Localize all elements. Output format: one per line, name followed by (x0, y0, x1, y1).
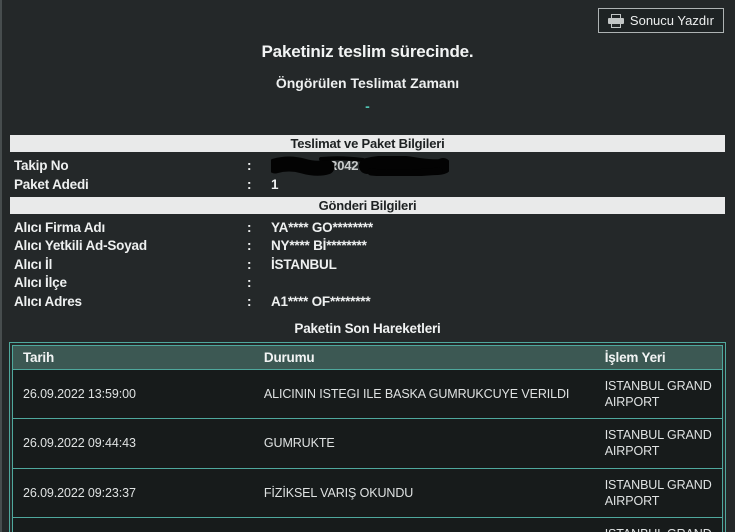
section-header-shipment: Gönderi Bilgileri (10, 197, 725, 214)
movements-title: Paketin Son Hareketleri (0, 321, 735, 336)
movement-row: 26.09.2022 09:44:43 GUMRUKTE ISTANBUL GR… (13, 419, 723, 469)
recipient-district-label: Alıcı İlçe (0, 275, 247, 290)
package-count-value: 1 (271, 177, 278, 192)
recipient-address-row: Alıcı Adres : A1**** OF******** (0, 292, 735, 311)
recipient-city-label: Alıcı İl (0, 257, 247, 272)
package-count-row: Paket Adedi : 1 (0, 175, 735, 194)
column-header-location: İşlem Yeri (595, 345, 723, 369)
column-header-status: Durumu (254, 345, 595, 369)
colon: : (247, 257, 261, 272)
movement-row: 26.09.2022 13:59:00 ALICININ ISTEGI ILE … (13, 369, 723, 419)
movement-date: 26.09.2022 13:59:00 (13, 369, 254, 419)
movement-status: ALICININ ISTEGI ILE BASKA GUMRUKCUYE VER… (254, 369, 595, 419)
column-header-date: Tarih (13, 345, 254, 369)
redacted-tracking-number: 3R042 (271, 156, 449, 176)
printer-icon (608, 14, 624, 28)
movement-location: ISTANBUL GRAND AIRPORT (595, 468, 723, 518)
section-header-delivery: Teslimat ve Paket Bilgileri (10, 135, 725, 152)
recipient-contact-value: NY**** Bİ******** (271, 238, 367, 253)
shipment-info: Alıcı Firma Adı : YA**** GO******** Alıc… (0, 218, 735, 311)
tracking-number-row: Takip No : 3R042 (0, 156, 735, 175)
recipient-address-value: A1**** OF******** (271, 294, 370, 309)
tracking-page: Sonucu Yazdır Paketiniz teslim sürecinde… (0, 0, 735, 532)
recipient-city-row: Alıcı İl : İSTANBUL (0, 255, 735, 274)
movement-location: ISTANBUL GRAND AIRPORT (595, 518, 723, 532)
tracking-number-value: 3R042 (271, 156, 449, 176)
colon: : (247, 238, 261, 253)
movements-table: Tarih Durumu İşlem Yeri 26.09.2022 13:59… (9, 342, 726, 532)
print-result-label: Sonucu Yazdır (630, 13, 714, 28)
recipient-contact-row: Alıcı Yetkili Ad-Soyad : NY**** Bİ******… (0, 237, 735, 256)
recipient-address-label: Alıcı Adres (0, 294, 247, 309)
colon: : (247, 275, 261, 290)
movement-status: BİLGİSİ GELDİ (254, 518, 595, 532)
recipient-company-value: YA**** GO******** (271, 220, 373, 235)
eta-value: - (0, 98, 735, 114)
movement-date: 26.09.2022 09:44:43 (13, 419, 254, 469)
recipient-company-label: Alıcı Firma Adı (0, 220, 247, 235)
movements-header-row: Tarih Durumu İşlem Yeri (13, 345, 723, 369)
tracking-number-label: Takip No (0, 158, 247, 173)
movement-status: GUMRUKTE (254, 419, 595, 469)
package-count-label: Paket Adedi (0, 177, 247, 192)
eta-heading: Öngörülen Teslimat Zamanı (0, 75, 735, 91)
movement-row: 26.09.2022 09:23:37 FİZİKSEL VARIŞ OKUND… (13, 468, 723, 518)
movement-location: ISTANBUL GRAND AIRPORT (595, 369, 723, 419)
movement-date: 26.09.2022 07:20:45 (13, 518, 254, 532)
recipient-contact-label: Alıcı Yetkili Ad-Soyad (0, 238, 247, 253)
left-edge-divider (0, 0, 2, 532)
movement-row: 26.09.2022 07:20:45 BİLGİSİ GELDİ ISTANB… (13, 518, 723, 532)
recipient-company-row: Alıcı Firma Adı : YA**** GO******** (0, 218, 735, 237)
movement-date: 26.09.2022 09:23:37 (13, 468, 254, 518)
colon: : (247, 220, 261, 235)
colon: : (247, 294, 261, 309)
colon: : (247, 177, 261, 192)
movement-location: ISTANBUL GRAND AIRPORT (595, 419, 723, 469)
colon: : (247, 158, 261, 173)
movement-status: FİZİKSEL VARIŞ OKUNDU (254, 468, 595, 518)
recipient-district-row: Alıcı İlçe : (0, 274, 735, 293)
print-result-button[interactable]: Sonucu Yazdır (598, 8, 724, 33)
recipient-city-value: İSTANBUL (271, 257, 337, 272)
redaction-scribble (271, 156, 449, 176)
delivery-info: Takip No : 3R042 Paket Adedi : 1 (0, 156, 735, 194)
